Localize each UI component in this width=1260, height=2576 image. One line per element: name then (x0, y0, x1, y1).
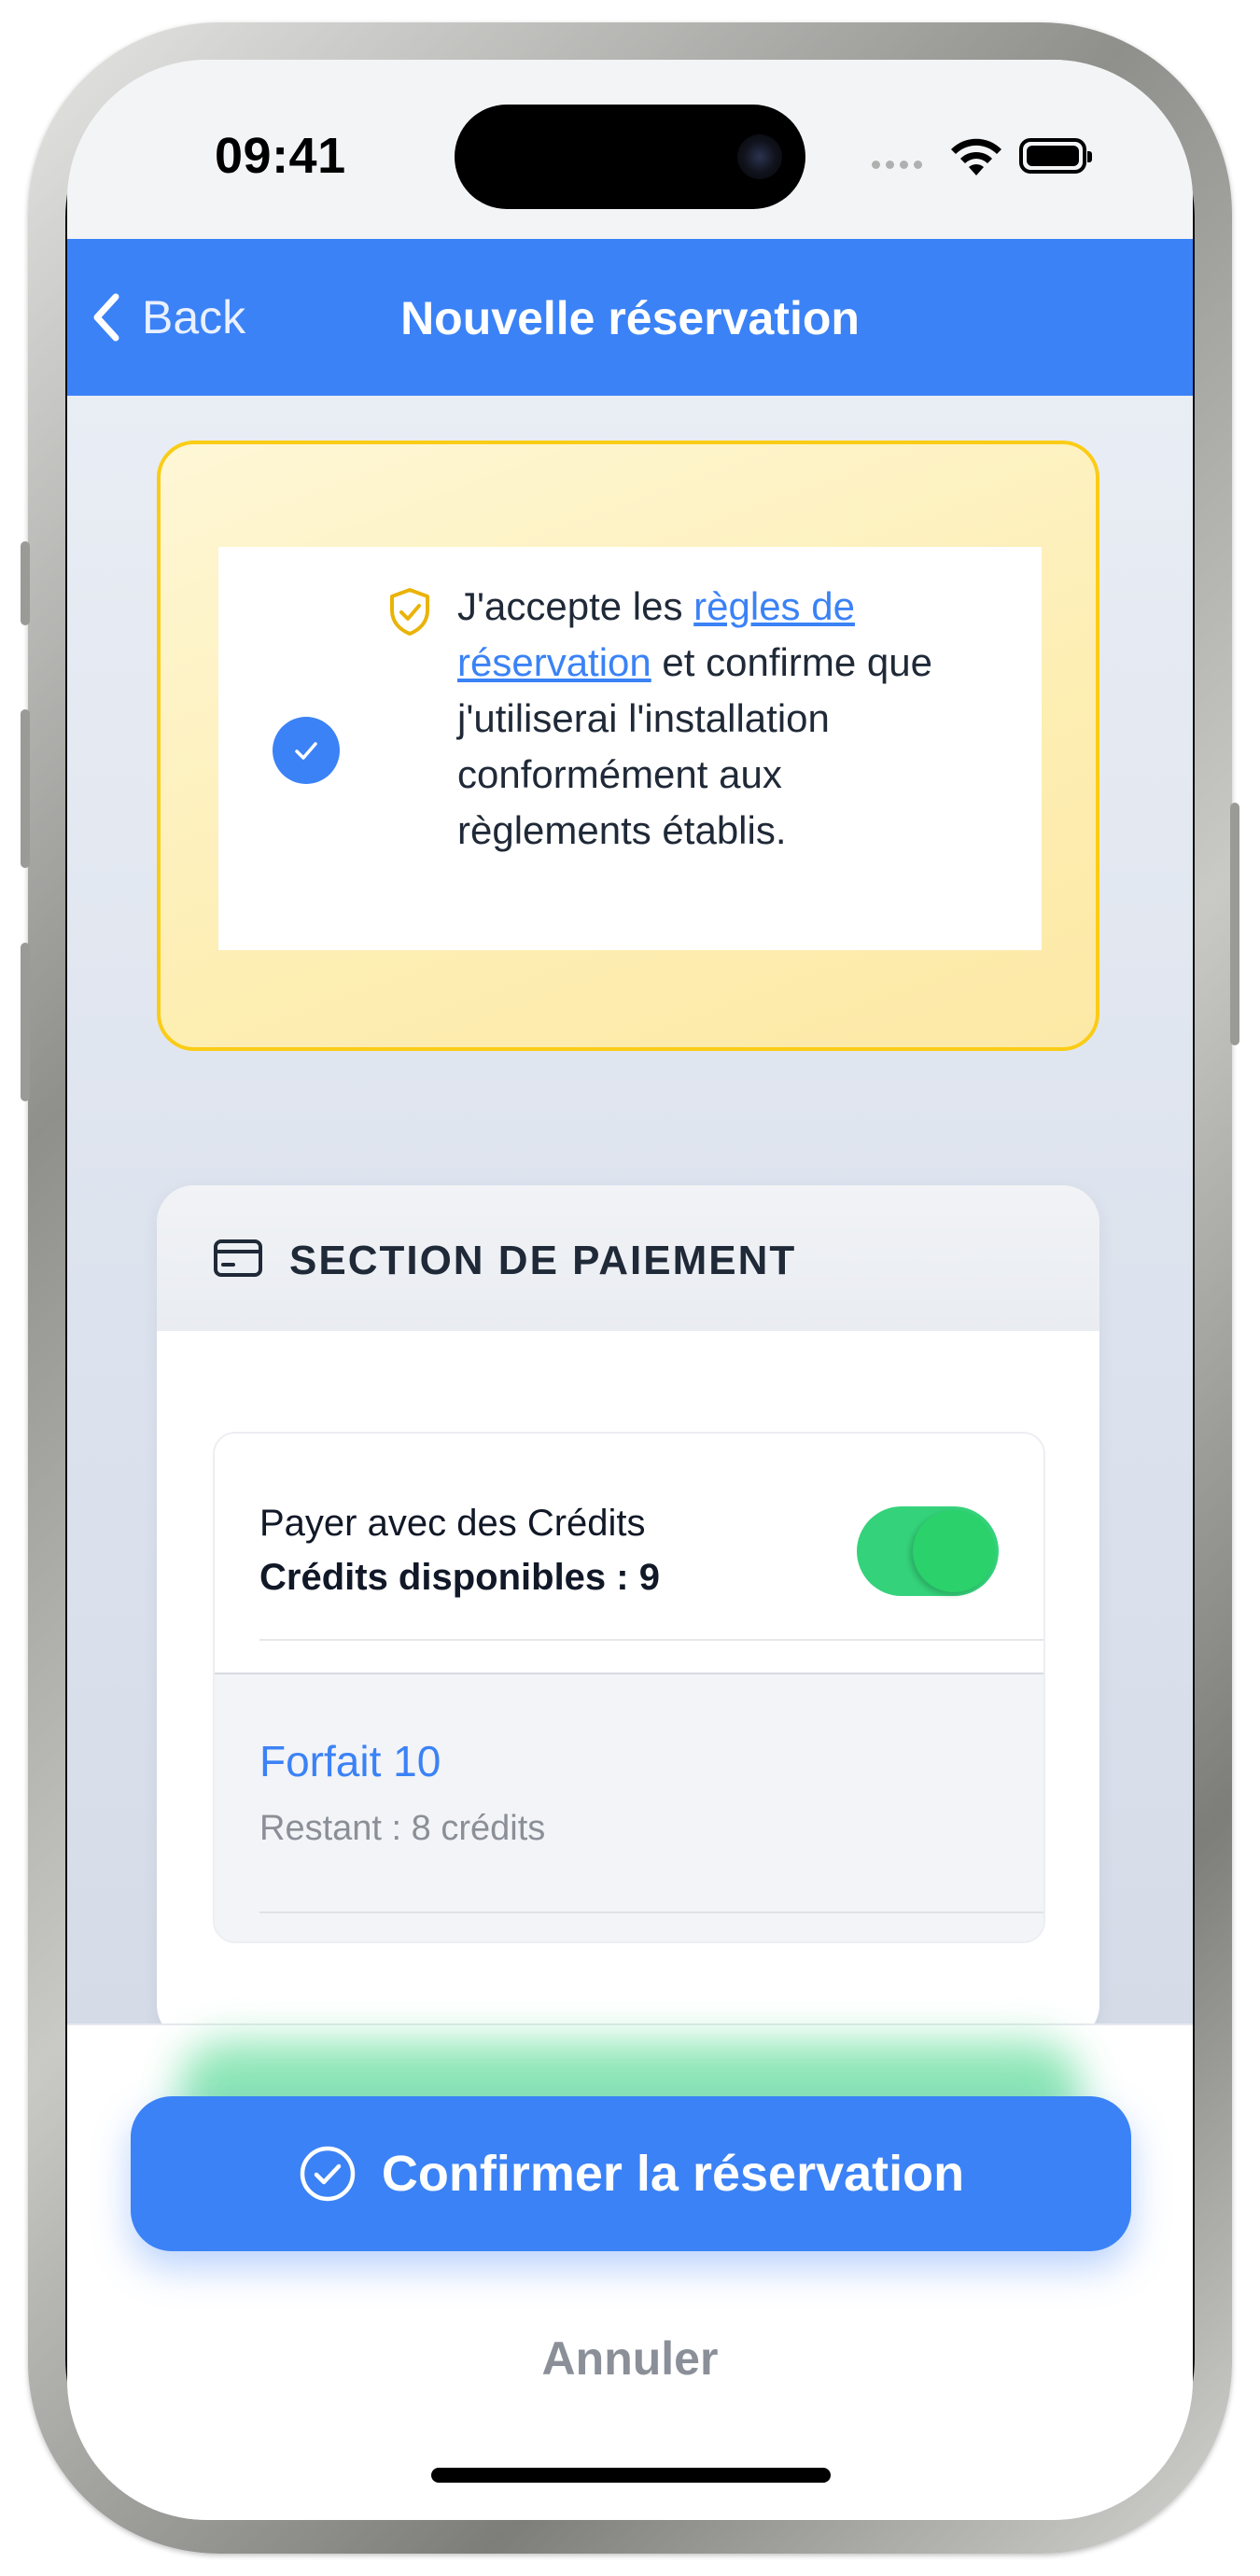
confirm-booking-button[interactable]: Confirmer la réservation (131, 2096, 1131, 2251)
pay-with-credits-row: Payer avec des Crédits Crédits disponibl… (215, 1434, 1043, 1674)
consent-text-before: J'accepte les (457, 584, 694, 628)
pay-with-credits-toggle[interactable] (857, 1506, 999, 1596)
package-name: Forfait 10 (259, 1737, 441, 1785)
payment-header: SECTION DE PAIEMENT (157, 1185, 1099, 1331)
screen: 09:41 Back Nouvelle réservation J'accept… (67, 60, 1193, 2520)
package-remaining: Restant : 8 crédits (259, 1809, 546, 1848)
action-button (21, 541, 30, 625)
confirm-booking-label: Confirmer la réservation (381, 2146, 965, 2202)
cellular-signal-icon (872, 161, 922, 169)
credit-card-icon (214, 1239, 262, 1277)
check-icon (295, 742, 317, 760)
page-title: Nouvelle réservation (400, 292, 860, 344)
navigation-bar: Back Nouvelle réservation (67, 239, 1193, 396)
consent-text: J'accepte les règles de réservation et c… (457, 579, 961, 859)
payment-section-title: SECTION DE PAIEMENT (289, 1238, 797, 1283)
consent-checkbox[interactable] (273, 717, 340, 784)
status-bar: 09:41 (67, 60, 1193, 239)
cancel-button[interactable]: Annuler (67, 2331, 1193, 2386)
credit-package-item[interactable]: Forfait 10 Restant : 8 crédits (215, 1674, 1043, 1941)
payment-section: SECTION DE PAIEMENT Payer avec des Crédi… (157, 1185, 1099, 2042)
bottom-action-bar: Confirmer la réservation Annuler (67, 2023, 1193, 2520)
credits-panel: Payer avec des Crédits Crédits disponibl… (213, 1432, 1045, 1943)
home-indicator (431, 2468, 831, 2483)
camera-icon (737, 134, 782, 179)
pay-with-credits-label: Payer avec des Crédits (259, 1503, 646, 1544)
divider (259, 1639, 1043, 1641)
volume-down-button (21, 943, 30, 1101)
scroll-content[interactable]: J'accepte les règles de réservation et c… (67, 396, 1193, 2042)
divider (259, 1911, 1043, 1913)
consent-box: J'accepte les règles de réservation et c… (218, 547, 1042, 950)
power-button (1230, 803, 1239, 1045)
shield-check-icon (390, 588, 429, 636)
check-circle-icon (300, 2146, 356, 2202)
volume-up-button (21, 709, 30, 868)
available-credits-label: Crédits disponibles : 9 (259, 1557, 660, 1598)
wifi-icon (951, 138, 1001, 175)
consent-card: J'accepte les règles de réservation et c… (157, 441, 1099, 1051)
status-time: 09:41 (215, 128, 346, 184)
toggle-knob (913, 1510, 995, 1592)
battery-icon (1019, 138, 1092, 174)
